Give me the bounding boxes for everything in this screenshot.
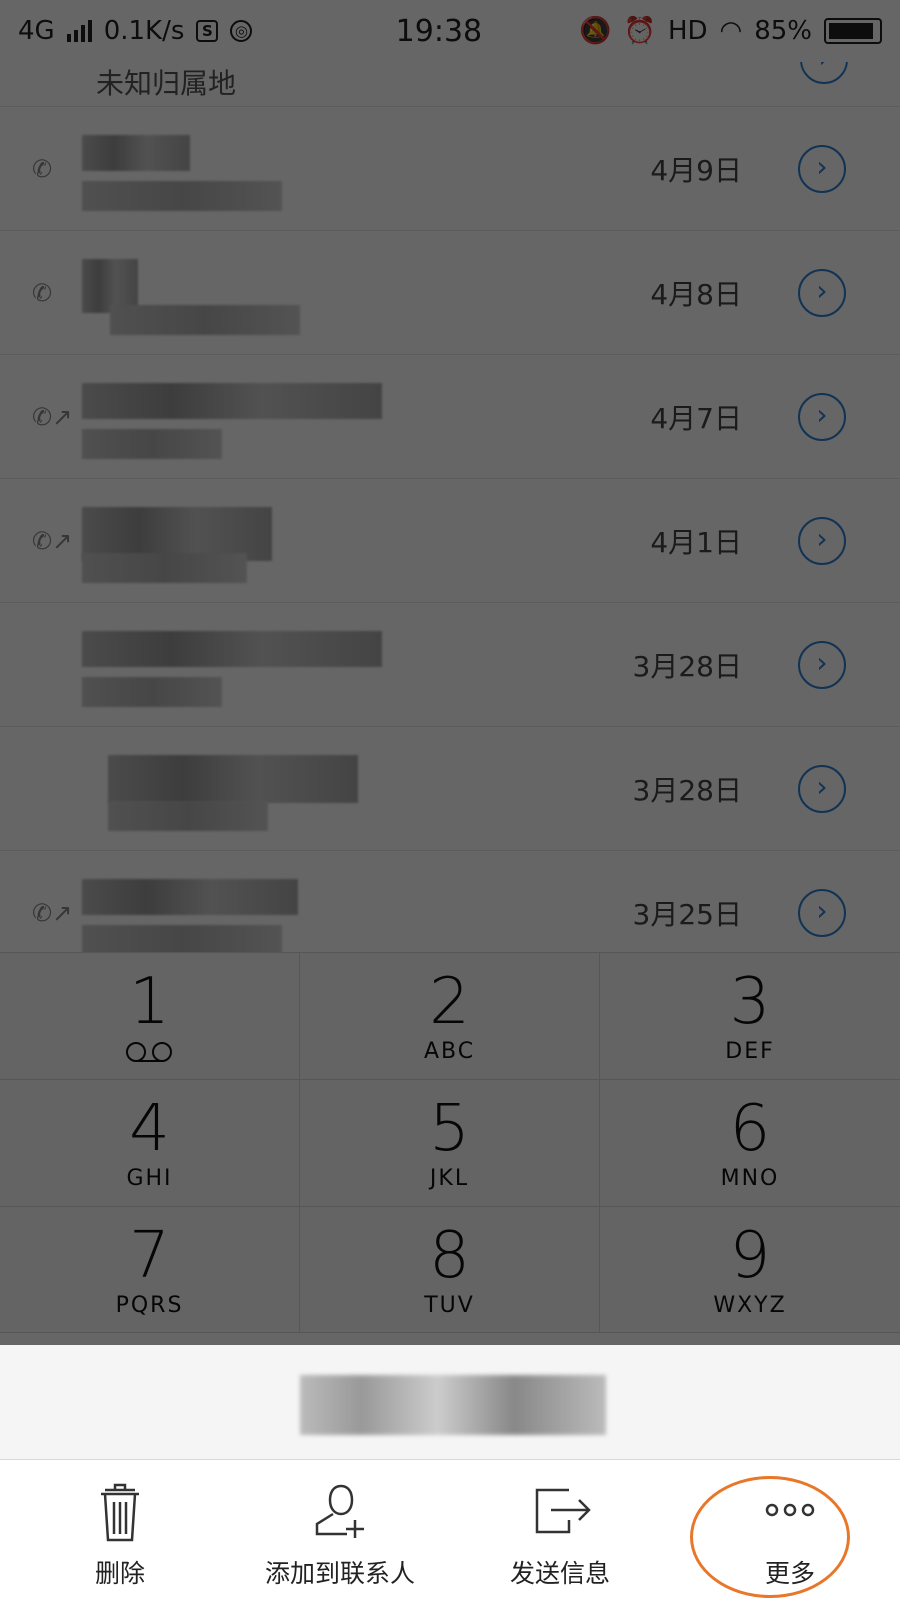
add-contact-label: 添加到联系人	[264, 1559, 415, 1588]
key-digit: 7	[129, 1218, 170, 1293]
blurred-name	[82, 135, 190, 171]
add-person-icon	[315, 1484, 364, 1538]
blurred-dialed-number	[300, 1375, 606, 1435]
s-app-icon: S	[196, 20, 219, 42]
call-date: 4月9日	[650, 154, 742, 187]
key-2[interactable]: 2 ABC	[300, 953, 600, 1080]
signal-icon	[66, 20, 92, 42]
blurred-name	[82, 631, 382, 667]
chevron-right-circle-icon[interactable]: ›	[798, 765, 846, 813]
network-type: 4G	[18, 16, 55, 46]
key-letters: JKL	[429, 1166, 470, 1191]
call-log-item[interactable]: 3月28日 ›	[0, 727, 900, 851]
key-digit: 2	[429, 965, 470, 1039]
key-letters: PQRS	[115, 1292, 184, 1318]
outgoing-call-icon: ✆↗	[32, 403, 73, 431]
network-speed: 0.1K/s	[103, 16, 185, 46]
key-digit: 4	[129, 1092, 170, 1166]
chevron-right-circle-icon[interactable]: ›	[798, 641, 846, 689]
key-letters: DEF	[725, 1039, 775, 1064]
key-letters: GHI	[126, 1166, 173, 1191]
key-digit: 1	[129, 965, 170, 1039]
clock: 19:38	[395, 13, 483, 49]
key-digit: 8	[429, 1218, 470, 1293]
location-label: 未知归属地	[96, 67, 237, 100]
call-date: 4月7日	[650, 402, 742, 435]
netease-music-icon: ◎	[230, 20, 253, 42]
blurred-number	[110, 305, 300, 335]
key-3[interactable]: 3 DEF	[600, 953, 900, 1080]
mute-bell-icon: 🔕	[579, 16, 612, 46]
add-to-contacts-button[interactable]: 添加到联系人	[240, 1460, 440, 1600]
outgoing-call-icon: ✆↗	[32, 899, 73, 927]
key-digit: 3	[729, 965, 771, 1039]
key-letters: ABC	[423, 1039, 476, 1064]
blurred-name	[82, 879, 298, 915]
send-message-button[interactable]: 发送信息	[440, 1460, 680, 1600]
call-log-item[interactable]: 未知归属地 ›	[0, 62, 900, 107]
phone-icon: ✆	[32, 155, 53, 183]
key-1[interactable]: 1	[0, 953, 300, 1080]
call-date: 3月28日	[632, 774, 742, 807]
call-log-item[interactable]: ✆↗ 4月1日 ›	[0, 479, 900, 603]
key-digit: 6	[729, 1092, 771, 1166]
delete-label: 删除	[94, 1559, 145, 1588]
outgoing-call-icon: ✆↗	[32, 527, 73, 555]
call-date: 3月28日	[632, 650, 742, 683]
key-8[interactable]: 8 TUV	[300, 1207, 600, 1333]
key-4[interactable]: 4 GHI	[0, 1080, 300, 1207]
key-9[interactable]: 9 WXYZ	[600, 1207, 900, 1333]
blurred-number	[82, 925, 282, 952]
hd-label: HD	[667, 16, 708, 46]
send-message-label: 发送信息	[509, 1559, 610, 1588]
call-log-list[interactable]: 未知归属地 › ✆ 4月9日 › ✆ 4月8日 › ✆↗ 4月7日 › ✆↗ 4…	[0, 62, 900, 952]
chevron-right-circle-icon[interactable]: ›	[798, 393, 846, 441]
key-digit: 9	[729, 1218, 771, 1293]
status-right: 🔕 ⏰ HD ◠ 85%	[579, 16, 882, 46]
chevron-right-circle-icon[interactable]: ›	[798, 269, 846, 317]
status-bar: 4G 0.1K/s S ◎ 19:38 🔕 ⏰ HD ◠ 85%	[0, 0, 900, 62]
call-date: 4月8日	[650, 278, 742, 311]
share-icon	[535, 1488, 591, 1534]
chevron-right-circle-icon[interactable]: ›	[798, 889, 846, 937]
dialed-number-display	[0, 1345, 900, 1460]
blurred-name	[108, 755, 358, 803]
key-letters: TUV	[424, 1292, 475, 1318]
key-letters: MNO	[720, 1166, 780, 1191]
blurred-number	[82, 429, 222, 459]
call-log-item[interactable]: 3月28日 ›	[0, 603, 900, 727]
battery-icon	[824, 18, 882, 44]
blurred-number	[82, 181, 282, 211]
alarm-icon: ⏰	[623, 16, 656, 46]
call-log-item[interactable]: ✆↗ 3月25日 ›	[0, 851, 900, 952]
call-log-item[interactable]: ✆↗ 4月7日 ›	[0, 355, 900, 479]
chevron-right-circle-icon[interactable]: ›	[798, 517, 846, 565]
chevron-right-circle-icon[interactable]: ›	[798, 145, 846, 193]
status-left: 4G 0.1K/s S ◎	[18, 16, 299, 46]
call-date: 3月25日	[632, 898, 742, 931]
blurred-number	[82, 553, 247, 583]
key-letters: WXYZ	[713, 1292, 787, 1318]
trash-icon	[101, 1483, 139, 1542]
voicemail-icon	[125, 1039, 174, 1065]
delete-button[interactable]: 删除	[0, 1460, 240, 1600]
highlight-annotation	[690, 1476, 850, 1598]
chevron-right-circle-icon[interactable]: ›	[800, 62, 848, 84]
key-5[interactable]: 5 JKL	[300, 1080, 600, 1207]
wifi-icon: ◠	[719, 16, 743, 46]
call-log-item[interactable]: ✆ 4月8日 ›	[0, 231, 900, 355]
dial-keypad: 1 2 ABC 3 DEF 4 GHI 5 JKL 6 MNO 7 PQRS 8…	[0, 952, 900, 1333]
blurred-number	[82, 677, 222, 707]
call-date: 4月1日	[650, 526, 742, 559]
battery-percent: 85%	[754, 16, 812, 46]
key-6[interactable]: 6 MNO	[600, 1080, 900, 1207]
key-7[interactable]: 7 PQRS	[0, 1207, 300, 1333]
key-digit: 5	[429, 1092, 470, 1166]
call-log-item[interactable]: ✆ 4月9日 ›	[0, 107, 900, 231]
blurred-number	[108, 801, 268, 831]
blurred-name	[82, 383, 382, 419]
phone-icon: ✆	[32, 279, 53, 307]
